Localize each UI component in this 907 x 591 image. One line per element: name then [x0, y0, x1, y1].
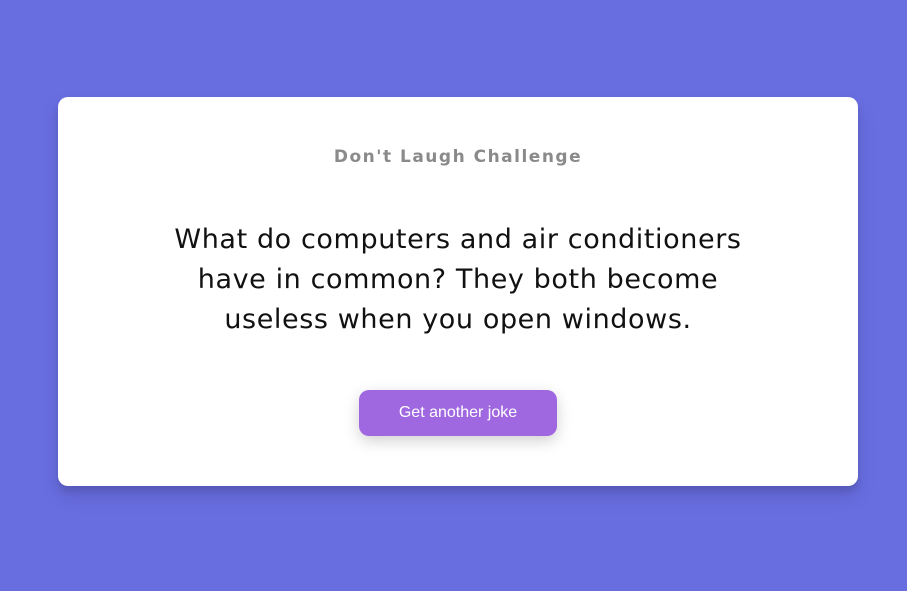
get-another-joke-button[interactable]: Get another joke [359, 390, 557, 436]
joke-text: What do computers and air conditioners h… [174, 224, 742, 335]
card-title: Don't Laugh Challenge [333, 147, 583, 167]
joke-card: Don't Laugh Challenge What do computers … [58, 97, 858, 486]
